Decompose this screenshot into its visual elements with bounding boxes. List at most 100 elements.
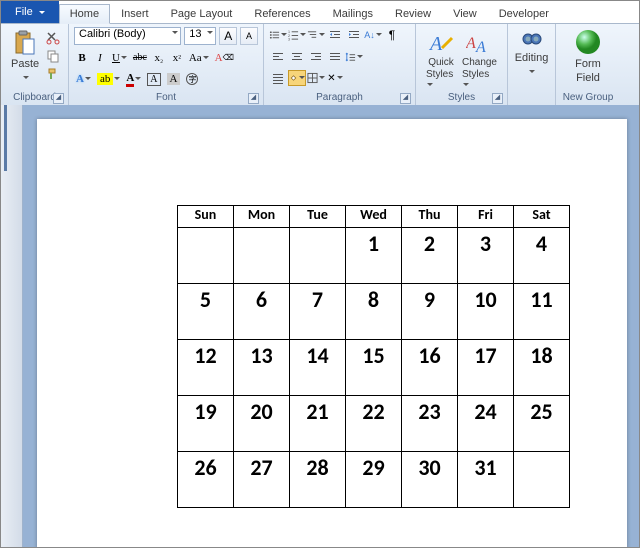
tab-references[interactable]: References	[243, 4, 321, 23]
cal-head[interactable]: Mon	[234, 206, 290, 228]
borders-button[interactable]	[307, 70, 325, 86]
cal-cell[interactable]: 11	[514, 284, 570, 340]
cal-cell[interactable]: 19	[178, 396, 234, 452]
cal-cell[interactable]: 20	[234, 396, 290, 452]
shading-button[interactable]	[288, 70, 306, 86]
asian-layout-button[interactable]: ✕	[326, 70, 344, 86]
cal-cell[interactable]	[290, 228, 346, 284]
cal-cell[interactable]: 9	[402, 284, 458, 340]
paste-button[interactable]: Paste	[7, 28, 43, 86]
calendar-table[interactable]: Sun Mon Tue Wed Thu Fri Sat 123456789101…	[177, 205, 570, 508]
grow-font-button[interactable]: A	[219, 27, 237, 45]
decrease-indent-button[interactable]	[326, 27, 344, 43]
tab-view[interactable]: View	[442, 4, 488, 23]
clear-format-button[interactable]: A⌫	[213, 49, 236, 67]
multilevel-button[interactable]	[307, 27, 325, 43]
tab-insert[interactable]: Insert	[110, 4, 160, 23]
tab-page-layout[interactable]: Page Layout	[160, 4, 244, 23]
cal-cell[interactable]: 8	[346, 284, 402, 340]
cal-head[interactable]: Fri	[458, 206, 514, 228]
tab-home[interactable]: Home	[59, 4, 110, 24]
strike-button[interactable]: abc	[131, 49, 149, 67]
page[interactable]: Sun Mon Tue Wed Thu Fri Sat 123456789101…	[37, 119, 627, 547]
cal-cell[interactable]: 30	[402, 452, 458, 508]
font-name-select[interactable]: Calibri (Body)	[74, 27, 181, 45]
bullets-button[interactable]	[269, 27, 287, 43]
cal-cell[interactable]: 29	[346, 452, 402, 508]
cal-cell[interactable]: 17	[458, 340, 514, 396]
paragraph-launcher[interactable]: ◢	[400, 93, 411, 104]
form-field-button[interactable]: Form Field	[560, 26, 616, 86]
copy-button[interactable]	[45, 48, 61, 64]
enclose-button[interactable]: 字	[184, 70, 200, 88]
cal-cell[interactable]: 25	[514, 396, 570, 452]
cal-cell[interactable]	[234, 228, 290, 284]
numbering-button[interactable]: 123	[288, 27, 306, 43]
cal-cell[interactable]: 21	[290, 396, 346, 452]
cal-cell[interactable]: 2	[402, 228, 458, 284]
shrink-font-button[interactable]: A	[240, 27, 258, 45]
cal-cell[interactable]: 14	[290, 340, 346, 396]
superscript-button[interactable]: x²	[169, 49, 185, 67]
cal-head[interactable]: Tue	[290, 206, 346, 228]
cal-cell[interactable]: 7	[290, 284, 346, 340]
cal-cell[interactable]: 31	[458, 452, 514, 508]
cal-cell[interactable]: 23	[402, 396, 458, 452]
sort-button[interactable]: A↓	[364, 27, 382, 43]
font-size-select[interactable]: 13	[184, 27, 216, 45]
vertical-ruler[interactable]	[1, 105, 23, 547]
cal-cell[interactable]: 27	[234, 452, 290, 508]
cal-cell[interactable]	[178, 228, 234, 284]
cal-cell[interactable]: 6	[234, 284, 290, 340]
tab-file[interactable]: File	[1, 1, 59, 23]
tab-review[interactable]: Review	[384, 4, 442, 23]
tab-developer[interactable]: Developer	[488, 4, 560, 23]
cal-cell[interactable]: 3	[458, 228, 514, 284]
tab-mailings[interactable]: Mailings	[322, 4, 384, 23]
cal-cell[interactable]: 1	[346, 228, 402, 284]
change-case-button[interactable]: Aa	[187, 49, 211, 67]
change-styles-button[interactable]: AA Change Styles	[462, 30, 497, 91]
cal-cell[interactable]: 5	[178, 284, 234, 340]
styles-launcher[interactable]: ◢	[492, 93, 503, 104]
distributed-button[interactable]	[269, 70, 287, 86]
text-effects-button[interactable]: A	[74, 70, 93, 88]
cal-head[interactable]: Sat	[514, 206, 570, 228]
quick-styles-button[interactable]: A Quick Styles	[426, 30, 456, 91]
align-right-button[interactable]	[307, 49, 325, 65]
cal-cell[interactable]: 4	[514, 228, 570, 284]
cut-button[interactable]	[45, 30, 61, 46]
line-spacing-button[interactable]	[345, 49, 363, 65]
justify-button[interactable]	[326, 49, 344, 65]
cal-cell[interactable]: 22	[346, 396, 402, 452]
char-shading-button[interactable]: A	[165, 70, 183, 88]
font-color-button[interactable]: A	[124, 70, 143, 88]
cal-head[interactable]: Sun	[178, 206, 234, 228]
format-painter-button[interactable]	[45, 66, 61, 82]
cal-head[interactable]: Wed	[346, 206, 402, 228]
increase-indent-button[interactable]	[345, 27, 363, 43]
font-launcher[interactable]: ◢	[248, 93, 259, 104]
cal-cell[interactable]: 13	[234, 340, 290, 396]
cal-cell[interactable]: 16	[402, 340, 458, 396]
char-border-button[interactable]: A	[145, 70, 162, 88]
cal-cell[interactable]: 24	[458, 396, 514, 452]
align-center-button[interactable]	[288, 49, 306, 65]
subscript-button[interactable]: x₂	[151, 49, 167, 67]
cal-cell[interactable]: 18	[514, 340, 570, 396]
cal-cell[interactable]: 12	[178, 340, 234, 396]
clipboard-launcher[interactable]: ◢	[53, 93, 64, 104]
show-marks-button[interactable]: ¶	[383, 27, 401, 43]
cal-cell[interactable]: 28	[290, 452, 346, 508]
cal-head[interactable]: Thu	[402, 206, 458, 228]
cal-cell[interactable]: 26	[178, 452, 234, 508]
underline-button[interactable]: U	[110, 49, 129, 67]
bold-button[interactable]: B	[74, 49, 90, 67]
align-left-button[interactable]	[269, 49, 287, 65]
cal-cell[interactable]: 15	[346, 340, 402, 396]
editing-button[interactable]: Editing	[512, 26, 551, 80]
cal-cell[interactable]: 10	[458, 284, 514, 340]
cal-cell[interactable]	[514, 452, 570, 508]
italic-button[interactable]: I	[92, 49, 108, 67]
highlight-button[interactable]: ab	[95, 70, 122, 88]
